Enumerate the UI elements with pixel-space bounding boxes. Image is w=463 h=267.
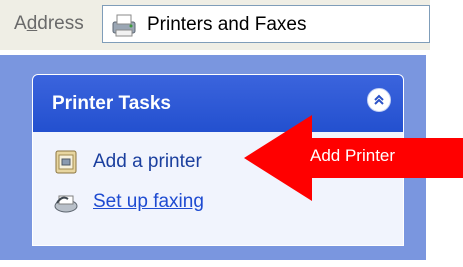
- address-field[interactable]: Printers and Faxes: [102, 5, 430, 43]
- address-label: Address: [14, 13, 84, 34]
- annotation-label: Add Printer: [310, 146, 396, 165]
- add-printer-icon: [55, 150, 77, 174]
- address-bar: Address Printers and Faxes: [0, 0, 430, 50]
- printer-tasks-title: Printer Tasks: [52, 93, 171, 114]
- double-chevron-up-icon: [374, 94, 384, 105]
- set-up-faxing-label: Set up faxing: [93, 191, 204, 212]
- set-up-faxing-link[interactable]: Set up faxing: [53, 187, 204, 217]
- address-value: Printers and Faxes: [147, 14, 307, 35]
- add-printer-link[interactable]: Add a printer: [53, 147, 202, 177]
- add-printer-label: Add a printer: [93, 151, 202, 172]
- printer-fax-icon: [112, 14, 136, 37]
- fax-icon: [54, 195, 78, 213]
- collapse-button[interactable]: [367, 88, 391, 112]
